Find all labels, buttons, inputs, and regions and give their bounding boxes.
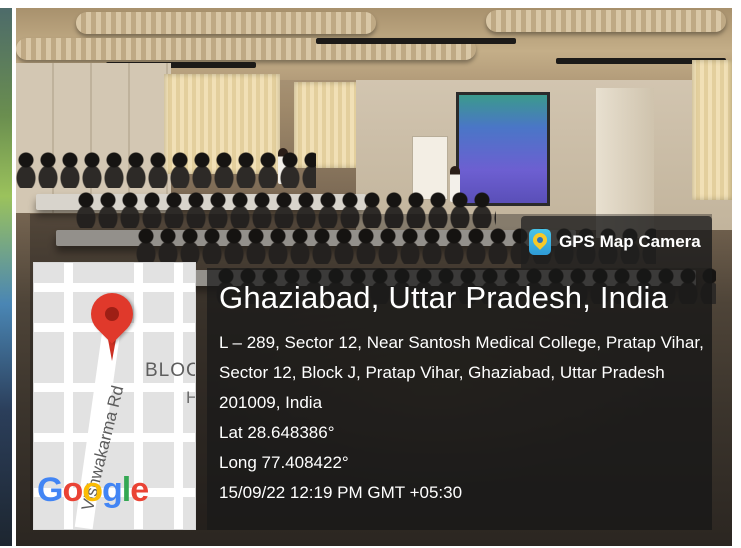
app-badge-label: GPS Map Camera <box>559 232 701 251</box>
map-block-suffix: H <box>186 388 195 408</box>
ceiling-duct <box>76 12 376 34</box>
google-logo: Google <box>37 471 149 509</box>
location-info-panel: Ghaziabad, Uttar Pradesh, India L – 289,… <box>207 268 712 530</box>
audience-row <box>16 148 316 188</box>
longitude: Long 77.408422° <box>219 453 349 472</box>
map-road <box>34 283 195 292</box>
address-block: L – 289, Sector 12, Near Santosh Medical… <box>219 328 709 508</box>
location-title: Ghaziabad, Uttar Pradesh, India <box>219 280 669 315</box>
ceiling-duct <box>486 10 726 32</box>
address-line: L – 289, Sector 12, Near Santosh Medical… <box>219 333 704 352</box>
map-road <box>174 263 183 529</box>
ceiling-light <box>316 38 516 44</box>
map-pin-app-icon <box>529 229 551 255</box>
window-blinds <box>692 60 732 200</box>
latitude: Lat 28.648386° <box>219 423 335 442</box>
address-line: 201009, India <box>219 393 323 412</box>
address-line: Sector 12, Block J, Pratap Vihar, Ghazia… <box>219 363 665 382</box>
photo-frame: GPS Map Camera Vishwakarma Rd BLOCK H Go… <box>0 0 741 548</box>
app-badge: GPS Map Camera <box>521 216 712 268</box>
adjacent-photo-edge <box>0 8 12 546</box>
timestamp: 15/09/22 12:19 PM GMT +05:30 <box>219 483 463 502</box>
map-pin-center <box>105 307 119 321</box>
map-block-label: BLOCK <box>145 360 195 381</box>
map-thumbnail: Vishwakarma Rd BLOCK H Google <box>33 262 196 530</box>
